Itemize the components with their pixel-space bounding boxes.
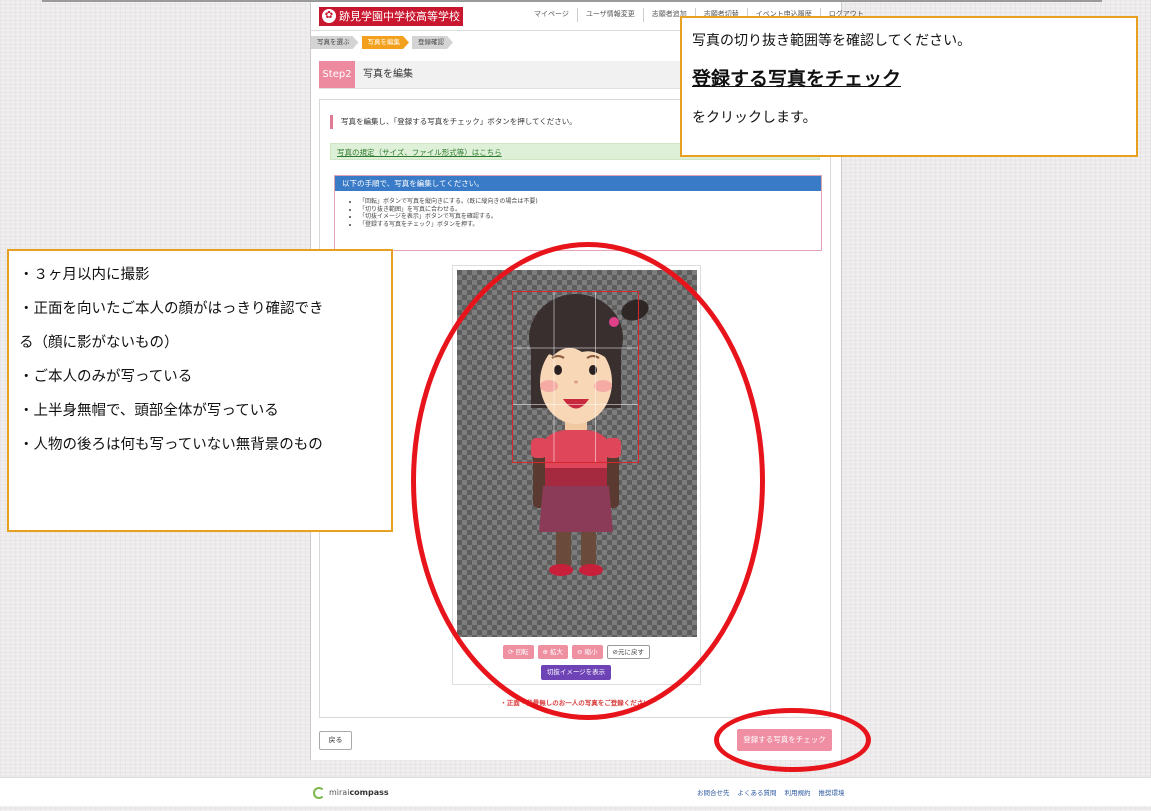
- callout-instruction: 写真の切り抜き範囲等を確認してください。 登録する写真をチェック をクリックしま…: [680, 16, 1138, 157]
- footer-link-terms[interactable]: 利用規約: [785, 787, 811, 797]
- footer-link-faq[interactable]: よくある質問: [738, 787, 777, 797]
- steps-list: 「回転」ボタンで写真を縦向きにする。(既に縦向きの場合は不要) 「切り抜き範囲」…: [335, 191, 821, 228]
- list-item: 「切抜イメージを表示」ボタンで写真を確認する。: [359, 213, 821, 221]
- step-select-photo: 写真を選ぶ: [311, 36, 359, 49]
- brand-light: mirai: [329, 788, 350, 797]
- callout-photo-requirements: ・３ヶ月以内に撮影 ・正面を向いたご本人の顔がはっきり確認でき る（顔に影がない…: [7, 249, 393, 532]
- step-badge: Step2: [319, 61, 355, 88]
- button-highlight-ellipse: [714, 708, 871, 772]
- instruction-text: 写真を編集し、「登録する写真をチェック」ボタンを押してください。: [330, 115, 577, 129]
- callout-line: 写真の切り抜き範囲等を確認してください。: [692, 33, 972, 49]
- step-progress: 写真を選ぶ 写真を編集 登録確認: [311, 36, 456, 49]
- steps-panel: 以下の手順で、写真を編集してください。 「回転」ボタンで写真を縦向きにする。(既…: [334, 175, 822, 251]
- nav-mypage[interactable]: マイページ: [526, 8, 577, 22]
- list-item: 「切り抜き範囲」を写真に合わせる。: [359, 206, 821, 214]
- school-crest-icon: ✿: [322, 9, 336, 23]
- callout-line: をクリックします。: [692, 110, 817, 126]
- requirement-item: ・正面を向いたご本人の顔がはっきり確認でき: [19, 301, 324, 317]
- requirement-item: ・人物の後ろは何も写っていない無背景のもの: [19, 437, 323, 453]
- step-confirm: 登録確認: [412, 36, 453, 49]
- miraicompass-logo-icon: [313, 787, 325, 799]
- requirement-item: ・上半身無帽で、頭部全体が写っている: [19, 403, 279, 419]
- school-logo[interactable]: ✿ 跡見学園中学校高等学校: [319, 7, 463, 26]
- site-footer: miraicompass お問合せ先 よくある質問 利用規約 推奨環境: [0, 777, 1151, 806]
- requirement-item: る（顔に影がないもの）: [19, 335, 179, 351]
- steps-panel-title: 以下の手順で、写真を編集してください。: [335, 176, 821, 191]
- nav-user-info[interactable]: ユーザ情報変更: [576, 8, 643, 22]
- footer-link-contact[interactable]: お問合せ先: [697, 787, 730, 797]
- requirement-item: ・３ヶ月以内に撮影: [19, 267, 150, 283]
- list-item: 「回転」ボタンで写真を縦向きにする。(既に縦向きの場合は不要): [359, 198, 821, 206]
- list-item: 「登録する写真をチェック」ボタンを押す。: [359, 221, 821, 229]
- school-name: 跡見学園中学校高等学校: [339, 10, 460, 23]
- callout-button-name: 登録する写真をチェック: [692, 68, 902, 90]
- page-title: 写真を編集: [363, 69, 413, 80]
- footer-link-environment[interactable]: 推奨環境: [819, 787, 845, 797]
- requirement-item: ・ご本人のみが写っている: [19, 369, 193, 385]
- photo-highlight-ellipse: [411, 242, 765, 720]
- step-edit-photo: 写真を編集: [362, 36, 410, 49]
- footer-links: お問合せ先 よくある質問 利用規約 推奨環境: [697, 787, 853, 797]
- miraicompass-logo[interactable]: miraicompass: [313, 786, 389, 800]
- brand-bold: compass: [349, 788, 389, 797]
- back-button[interactable]: 戻る: [319, 731, 352, 750]
